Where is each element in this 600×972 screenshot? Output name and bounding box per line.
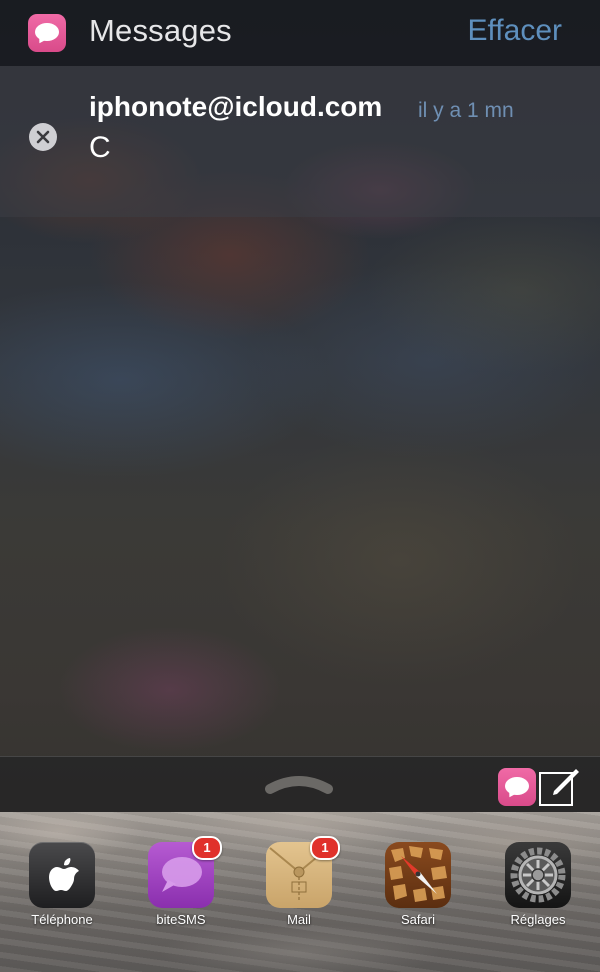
sender-email: iphonote@icloud.com [89,91,383,122]
timestamp: il y a 1 mn [418,99,514,122]
notification-item[interactable]: iphonote@icloud.com il y a 1 mn C [0,66,600,217]
dock: Téléphone 1 biteSMS 1 Mail Safari Réglag… [0,812,600,972]
dock-item-safari[interactable]: Safari [373,842,463,927]
dock-label: Mail [287,912,311,927]
compass-icon[interactable] [385,842,451,908]
app-title: Messages [89,13,232,48]
notification-badge: 1 [192,836,222,860]
chevron-up-icon[interactable] [264,771,334,795]
notification-badge: 1 [310,836,340,860]
dock-item-mail[interactable]: 1 Mail [254,836,344,927]
gear-icon[interactable] [505,842,571,908]
apple-logo-icon[interactable] [29,842,95,908]
chat-bubble-icon[interactable]: 1 [148,836,222,908]
messages-icon [28,14,66,52]
message-preview: C [89,131,111,164]
dock-label: Safari [401,912,435,927]
dock-item-bitesms[interactable]: 1 biteSMS [136,836,226,927]
notification-footer [0,756,600,813]
dock-item-settings[interactable]: Réglages [493,842,583,927]
dock-label: Réglages [510,912,566,927]
close-icon[interactable] [29,123,57,151]
compose-icon[interactable] [538,765,582,807]
notification-header: Messages Effacer [0,0,600,66]
envelope-icon[interactable]: 1 [266,836,340,908]
dock-label: biteSMS [156,912,206,927]
quick-reply-messages-icon[interactable] [498,768,536,806]
dock-item-telephone[interactable]: Téléphone [17,842,107,927]
dock-label: Téléphone [31,912,93,927]
clear-button[interactable]: Effacer [468,14,563,48]
